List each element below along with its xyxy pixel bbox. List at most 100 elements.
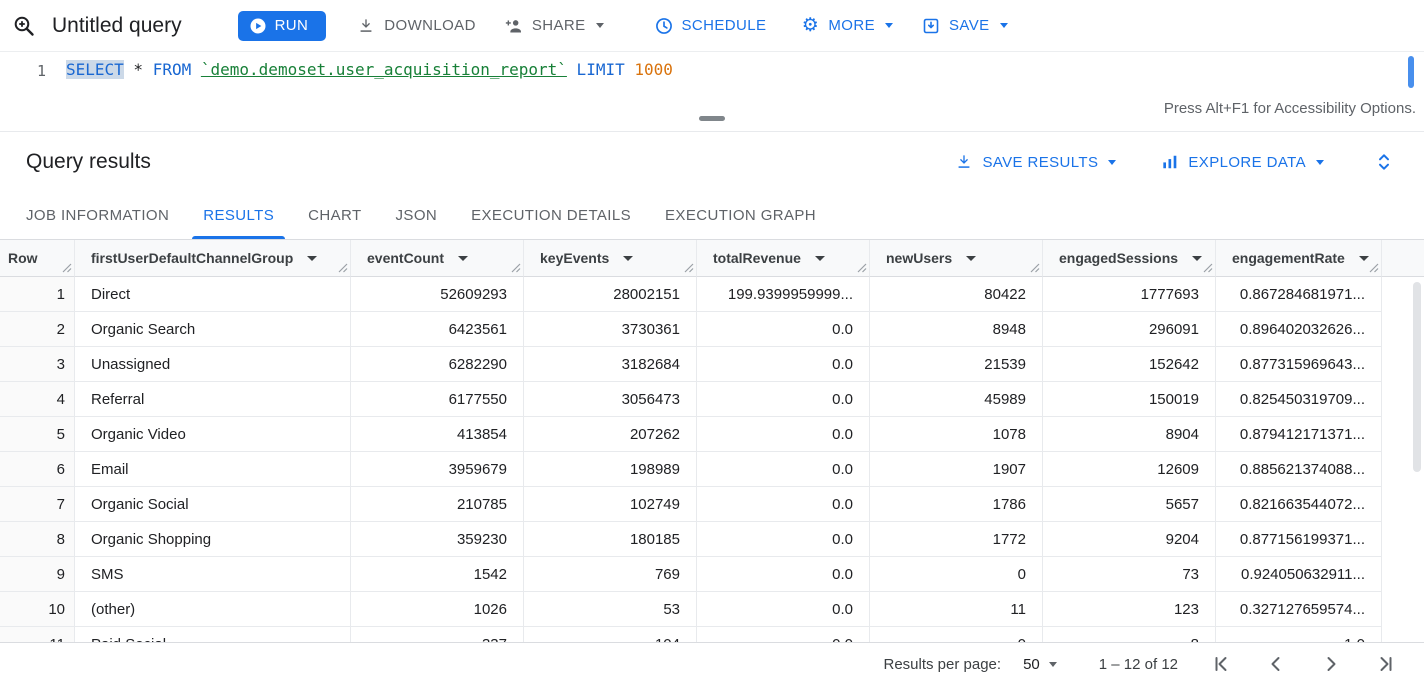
column-resize-handle-icon[interactable] bbox=[338, 263, 348, 273]
expand-results-icon[interactable] bbox=[1372, 150, 1396, 174]
query-search-icon bbox=[12, 14, 36, 38]
table-cell: Organic Social bbox=[75, 487, 351, 522]
first-page-button[interactable] bbox=[1209, 652, 1233, 676]
table-cell: 198989 bbox=[524, 452, 697, 487]
sql-limit-keyword: LIMIT bbox=[567, 60, 634, 79]
column-header-label: firstUserDefaultChannelGroup bbox=[91, 250, 293, 266]
column-resize-handle-icon[interactable] bbox=[1369, 263, 1379, 273]
column-resize-handle-icon[interactable] bbox=[1203, 263, 1213, 273]
results-header: Query results SAVE RESULTS EXPLORE DATA bbox=[0, 132, 1424, 192]
more-button[interactable]: ⚙ MORE bbox=[800, 16, 893, 36]
table-cell: 1772 bbox=[870, 522, 1043, 557]
explore-data-caret-icon bbox=[1316, 160, 1324, 165]
table-row: 2Organic Search642356137303610.089482960… bbox=[0, 312, 1424, 347]
table-cell: 0.0 bbox=[697, 312, 870, 347]
table-cell: 0.0 bbox=[697, 382, 870, 417]
results-per-page-label: Results per page: bbox=[884, 656, 1002, 673]
save-results-label: SAVE RESULTS bbox=[982, 154, 1098, 171]
explore-data-label: EXPLORE DATA bbox=[1188, 154, 1306, 171]
column-header-engagementRate[interactable]: engagementRate bbox=[1216, 240, 1382, 277]
table-cell: 150019 bbox=[1043, 382, 1216, 417]
sort-dropdown-icon[interactable] bbox=[966, 256, 976, 261]
page-size-select[interactable]: 50 bbox=[1023, 656, 1057, 673]
save-icon bbox=[921, 16, 941, 36]
sort-dropdown-icon[interactable] bbox=[1192, 256, 1202, 261]
table-cell: 413854 bbox=[351, 417, 524, 452]
row-number-cell: 9 bbox=[0, 557, 75, 592]
column-resize-handle-icon[interactable] bbox=[511, 263, 521, 273]
sort-dropdown-icon[interactable] bbox=[307, 256, 317, 261]
table-row: 6Email39596791989890.01907126090.8856213… bbox=[0, 452, 1424, 487]
table-cell: 123 bbox=[1043, 592, 1216, 627]
run-button[interactable]: RUN bbox=[238, 11, 327, 41]
column-resize-handle-icon[interactable] bbox=[62, 263, 72, 273]
column-header-newUsers[interactable]: newUsers bbox=[870, 240, 1043, 277]
table-vertical-scrollbar[interactable] bbox=[1413, 282, 1421, 472]
sort-dropdown-icon[interactable] bbox=[623, 256, 633, 261]
share-button[interactable]: SHARE bbox=[504, 16, 604, 36]
table-cell: 73 bbox=[1043, 557, 1216, 592]
table-cell: Unassigned bbox=[75, 347, 351, 382]
save-button[interactable]: SAVE bbox=[921, 16, 1008, 36]
tab-job-information[interactable]: JOB INFORMATION bbox=[9, 192, 186, 239]
table-cell: 0 bbox=[870, 557, 1043, 592]
table-cell: 207262 bbox=[524, 417, 697, 452]
table-row: 4Referral617755030564730.0459891500190.8… bbox=[0, 382, 1424, 417]
column-resize-handle-icon[interactable] bbox=[684, 263, 694, 273]
column-header-label: Row bbox=[8, 250, 38, 266]
sql-editor[interactable]: 1 SELECT * FROM `demo.demoset.user_acqui… bbox=[0, 52, 1424, 131]
sort-dropdown-icon[interactable] bbox=[815, 256, 825, 261]
play-circle-icon bbox=[249, 17, 267, 35]
sql-table-reference-link[interactable]: `demo.demoset.user_acquisition_report` bbox=[201, 60, 567, 79]
column-header-label: engagedSessions bbox=[1059, 250, 1178, 266]
table-cell: 0 bbox=[870, 627, 1043, 642]
save-results-button[interactable]: SAVE RESULTS bbox=[954, 152, 1116, 172]
sort-dropdown-icon[interactable] bbox=[1359, 256, 1369, 261]
table-cell: 1.0 bbox=[1216, 627, 1382, 642]
table-cell: 1907 bbox=[870, 452, 1043, 487]
table-cell: 3730361 bbox=[524, 312, 697, 347]
sql-code-line[interactable]: SELECT * FROM `demo.demoset.user_acquisi… bbox=[66, 60, 673, 79]
table-cell: 0.0 bbox=[697, 347, 870, 382]
editor-scrollbar[interactable] bbox=[1408, 56, 1414, 88]
sql-limit-value: 1000 bbox=[634, 60, 673, 79]
download-button[interactable]: DOWNLOAD bbox=[356, 16, 476, 36]
sql-from-keyword: FROM bbox=[153, 60, 201, 79]
table-cell: 8904 bbox=[1043, 417, 1216, 452]
table-header-row: Row firstUserDefaultChannelGroup eventCoun… bbox=[0, 240, 1424, 277]
previous-page-button[interactable] bbox=[1264, 652, 1288, 676]
row-number-cell: 1 bbox=[0, 277, 75, 312]
sort-dropdown-icon[interactable] bbox=[458, 256, 468, 261]
tab-json[interactable]: JSON bbox=[379, 192, 455, 239]
table-cell: 296091 bbox=[1043, 312, 1216, 347]
schedule-button[interactable]: SCHEDULE bbox=[654, 16, 767, 36]
column-header-keyEvents[interactable]: keyEvents bbox=[524, 240, 697, 277]
table-cell: 52609293 bbox=[351, 277, 524, 312]
sql-select-keyword: SELECT bbox=[66, 60, 124, 79]
tab-results[interactable]: RESULTS bbox=[186, 192, 291, 239]
column-header-engagedSessions[interactable]: engagedSessions bbox=[1043, 240, 1216, 277]
table-row: 1Direct5260929328002151199.9399959999...… bbox=[0, 277, 1424, 312]
table-row: 11Paid Social3371040.0081.0 bbox=[0, 627, 1424, 642]
tab-execution-details[interactable]: EXECUTION DETAILS bbox=[454, 192, 648, 239]
explore-data-button[interactable]: EXPLORE DATA bbox=[1160, 152, 1324, 172]
column-header-eventCount[interactable]: eventCount bbox=[351, 240, 524, 277]
column-header-totalRevenue[interactable]: totalRevenue bbox=[697, 240, 870, 277]
table-cell: 1078 bbox=[870, 417, 1043, 452]
last-page-button[interactable] bbox=[1374, 652, 1398, 676]
table-cell: Direct bbox=[75, 277, 351, 312]
run-button-label: RUN bbox=[275, 17, 309, 34]
panel-resize-handle[interactable] bbox=[699, 116, 725, 121]
column-resize-handle-icon[interactable] bbox=[1030, 263, 1040, 273]
column-header-label: newUsers bbox=[886, 250, 952, 266]
column-header-firstUserDefaultChannelGroup[interactable]: firstUserDefaultChannelGroup bbox=[75, 240, 351, 277]
tab-execution-graph[interactable]: EXECUTION GRAPH bbox=[648, 192, 833, 239]
table-cell: 53 bbox=[524, 592, 697, 627]
next-page-button[interactable] bbox=[1319, 652, 1343, 676]
tab-chart[interactable]: CHART bbox=[291, 192, 378, 239]
table-cell: 0.0 bbox=[697, 417, 870, 452]
column-resize-handle-icon[interactable] bbox=[857, 263, 867, 273]
tab-label: CHART bbox=[308, 207, 361, 224]
table-cell: 3182684 bbox=[524, 347, 697, 382]
clock-icon bbox=[654, 16, 674, 36]
